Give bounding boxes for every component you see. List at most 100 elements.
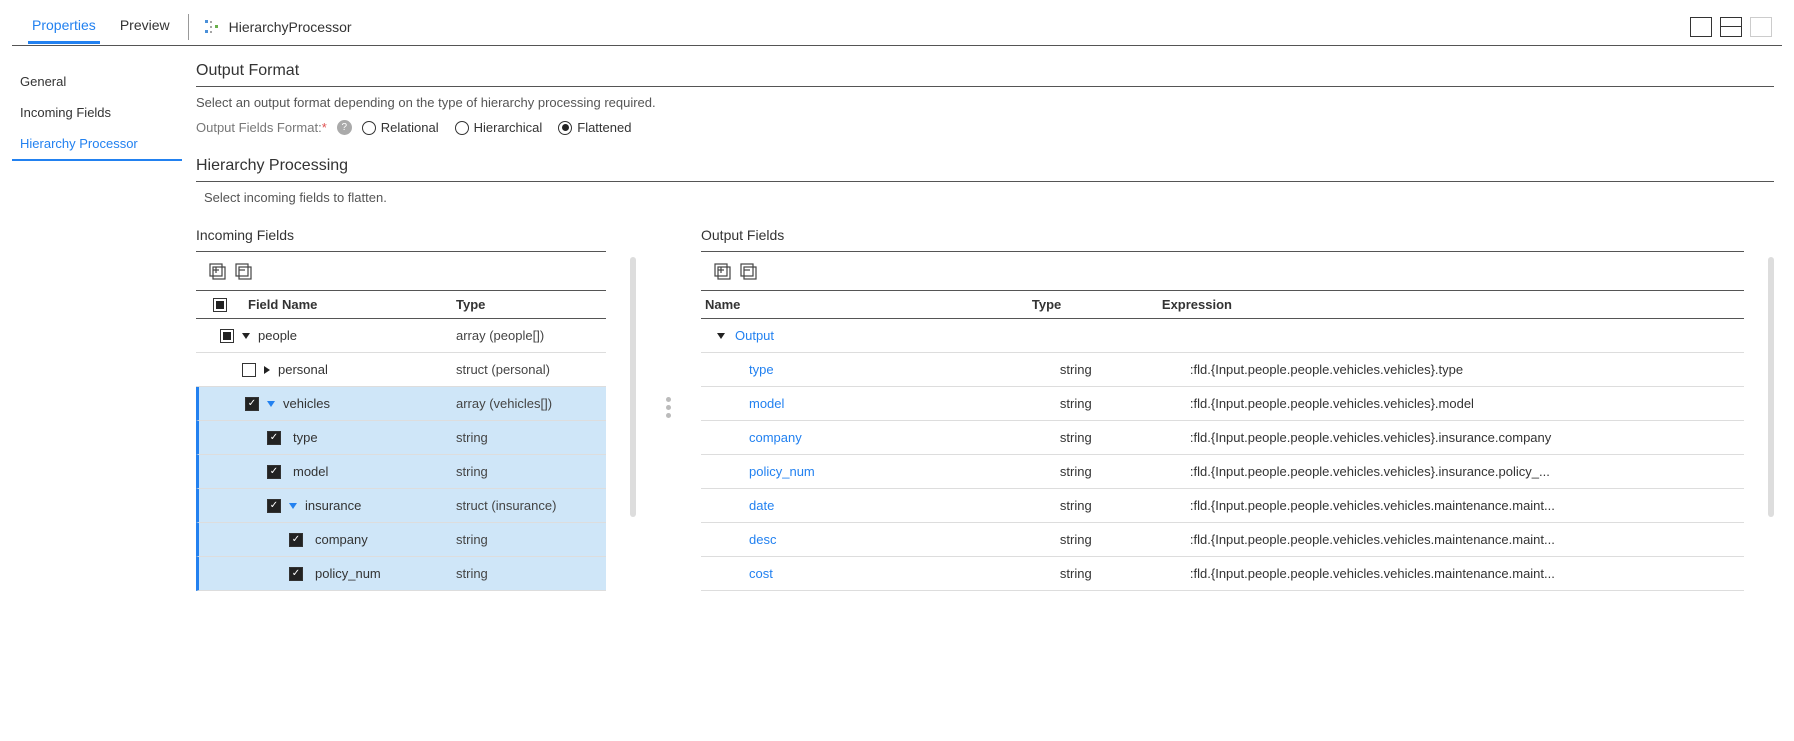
caret-right-icon[interactable] (264, 366, 270, 374)
incoming-row[interactable]: company string (196, 523, 606, 557)
output-table: Name Type Expression Output typestring:f… (701, 290, 1744, 591)
caret-down-icon[interactable] (242, 333, 250, 339)
processing-desc: Select incoming fields to flatten. (196, 182, 1774, 215)
incoming-panel: Incoming Fields Field Name Type peoplear… (196, 223, 606, 591)
select-all-checkbox[interactable] (213, 298, 227, 312)
incoming-row[interactable]: peoplearray (people[]) (196, 319, 606, 353)
sidebar-item-general[interactable]: General (12, 66, 182, 97)
output-field-name[interactable]: company (749, 430, 802, 445)
output-row[interactable]: cost string:fld.{Input.people.people.vehi… (701, 557, 1744, 591)
header-tabs: Properties Preview (12, 9, 174, 44)
output-title: Output Fields (701, 223, 1744, 252)
row-checkbox[interactable] (220, 329, 234, 343)
incoming-row[interactable]: modelstring (196, 455, 606, 489)
incoming-row[interactable]: policy_num string (196, 557, 606, 591)
row-checkbox[interactable] (267, 431, 281, 445)
output-row[interactable]: type string:fld.{Input.people.people.vehi… (701, 353, 1744, 387)
field-type: string (456, 566, 606, 581)
output-format-desc: Select an output format depending on the… (196, 87, 1774, 120)
layout-blank-button[interactable] (1750, 17, 1772, 37)
output-row[interactable]: model string:fld.{Input.people.people.veh… (701, 387, 1744, 421)
field-name: vehicles (283, 396, 330, 411)
field-type: struct (insurance) (456, 498, 606, 513)
output-field-type: string (1060, 430, 1190, 445)
layout-split-button[interactable] (1720, 17, 1742, 37)
output-header-expr: Expression (1162, 297, 1744, 312)
field-type: struct (personal) (456, 362, 606, 377)
scrollbar-output[interactable] (1768, 257, 1774, 517)
output-field-expr: :fld.{Input.people.people.vehicles.vehic… (1190, 498, 1744, 513)
output-field-type: string (1060, 566, 1190, 581)
output-field-name[interactable]: policy_num (749, 464, 815, 479)
output-row[interactable]: policy_numstring:fld.{Input.people.peopl… (701, 455, 1744, 489)
top-bar: Properties Preview HierarchyProcessor (12, 8, 1782, 46)
output-panel: Output Fields Name Type Expression Outpu… (701, 223, 1744, 591)
field-name: company (315, 532, 368, 547)
incoming-row[interactable]: personal struct (personal) (196, 353, 606, 387)
incoming-row[interactable]: type string (196, 421, 606, 455)
help-icon[interactable]: ? (337, 120, 352, 135)
output-field-expr: :fld.{Input.people.people.vehicles.vehic… (1190, 362, 1744, 377)
output-format-row: Output Fields Format:* ? Relational Hier… (196, 120, 1774, 135)
radio-hierarchical[interactable]: Hierarchical (455, 120, 543, 135)
collapse-all-output-icon[interactable] (739, 262, 759, 280)
output-field-name[interactable]: desc (749, 532, 776, 547)
output-row[interactable]: company string:fld.{Input.people.people.v… (701, 421, 1744, 455)
incoming-table: Field Name Type peoplearray (people[])pe… (196, 290, 606, 591)
row-checkbox[interactable] (267, 465, 281, 479)
output-field-name[interactable]: model (749, 396, 784, 411)
processor-title: HierarchyProcessor (203, 18, 352, 36)
output-row[interactable]: descstring:fld.{Input.people.people.vehi… (701, 523, 1744, 557)
row-checkbox[interactable] (289, 533, 303, 547)
content-area: Output Format Select an output format de… (182, 60, 1782, 591)
output-field-name[interactable]: cost (749, 566, 773, 581)
expand-all-icon[interactable] (208, 262, 228, 280)
field-name: type (293, 430, 318, 445)
row-checkbox[interactable] (242, 363, 256, 377)
row-checkbox[interactable] (245, 397, 259, 411)
field-type: array (people[]) (456, 328, 606, 343)
incoming-row[interactable]: vehiclesarray (vehicles[]) (196, 387, 606, 421)
caret-down-icon[interactable] (289, 503, 297, 509)
output-field-expr: :fld.{Input.people.people.vehicles.vehic… (1190, 464, 1744, 479)
output-field-name[interactable]: date (749, 498, 774, 513)
output-field-name[interactable]: type (749, 362, 774, 377)
caret-down-icon[interactable] (267, 401, 275, 407)
resize-handle[interactable] (660, 223, 677, 591)
field-name: model (293, 464, 328, 479)
output-header-type: Type (1032, 297, 1162, 312)
output-field-type: string (1060, 396, 1190, 411)
processing-title: Hierarchy Processing (196, 155, 1774, 182)
sidebar-item-incoming-fields[interactable]: Incoming Fields (12, 97, 182, 128)
incoming-row[interactable]: insurancestruct (insurance) (196, 489, 606, 523)
output-field-type: string (1060, 362, 1190, 377)
caret-down-icon (717, 333, 725, 339)
radio-flattened[interactable]: Flattened (558, 120, 631, 135)
field-type: string (456, 430, 606, 445)
output-field-expr: :fld.{Input.people.people.vehicles.vehic… (1190, 566, 1744, 581)
collapse-all-icon[interactable] (234, 262, 254, 280)
row-checkbox[interactable] (289, 567, 303, 581)
field-name: personal (278, 362, 328, 377)
incoming-header-type: Type (456, 297, 606, 312)
sidebar-item-hierarchy-processor[interactable]: Hierarchy Processor (12, 128, 182, 161)
output-row[interactable]: date string:fld.{Input.people.people.vehi… (701, 489, 1744, 523)
output-header-name: Name (701, 297, 1032, 312)
output-group-row[interactable]: Output (701, 319, 1744, 353)
output-field-expr: :fld.{Input.people.people.vehicles.vehic… (1190, 396, 1744, 411)
scrollbar[interactable] (630, 257, 636, 517)
output-format-label: Output Fields Format:* (196, 120, 327, 135)
hierarchy-processor-icon (203, 18, 221, 36)
radio-relational[interactable]: Relational (362, 120, 439, 135)
output-field-expr: :fld.{Input.people.people.vehicles.vehic… (1190, 532, 1744, 547)
field-name: policy_num (315, 566, 381, 581)
tab-preview[interactable]: Preview (116, 9, 174, 44)
tab-properties[interactable]: Properties (28, 9, 100, 44)
field-type: string (456, 532, 606, 547)
expand-all-output-icon[interactable] (713, 262, 733, 280)
row-checkbox[interactable] (267, 499, 281, 513)
output-field-type: string (1060, 498, 1190, 513)
layout-single-button[interactable] (1690, 17, 1712, 37)
separator (188, 14, 189, 40)
output-field-expr: :fld.{Input.people.people.vehicles.vehic… (1190, 430, 1744, 445)
